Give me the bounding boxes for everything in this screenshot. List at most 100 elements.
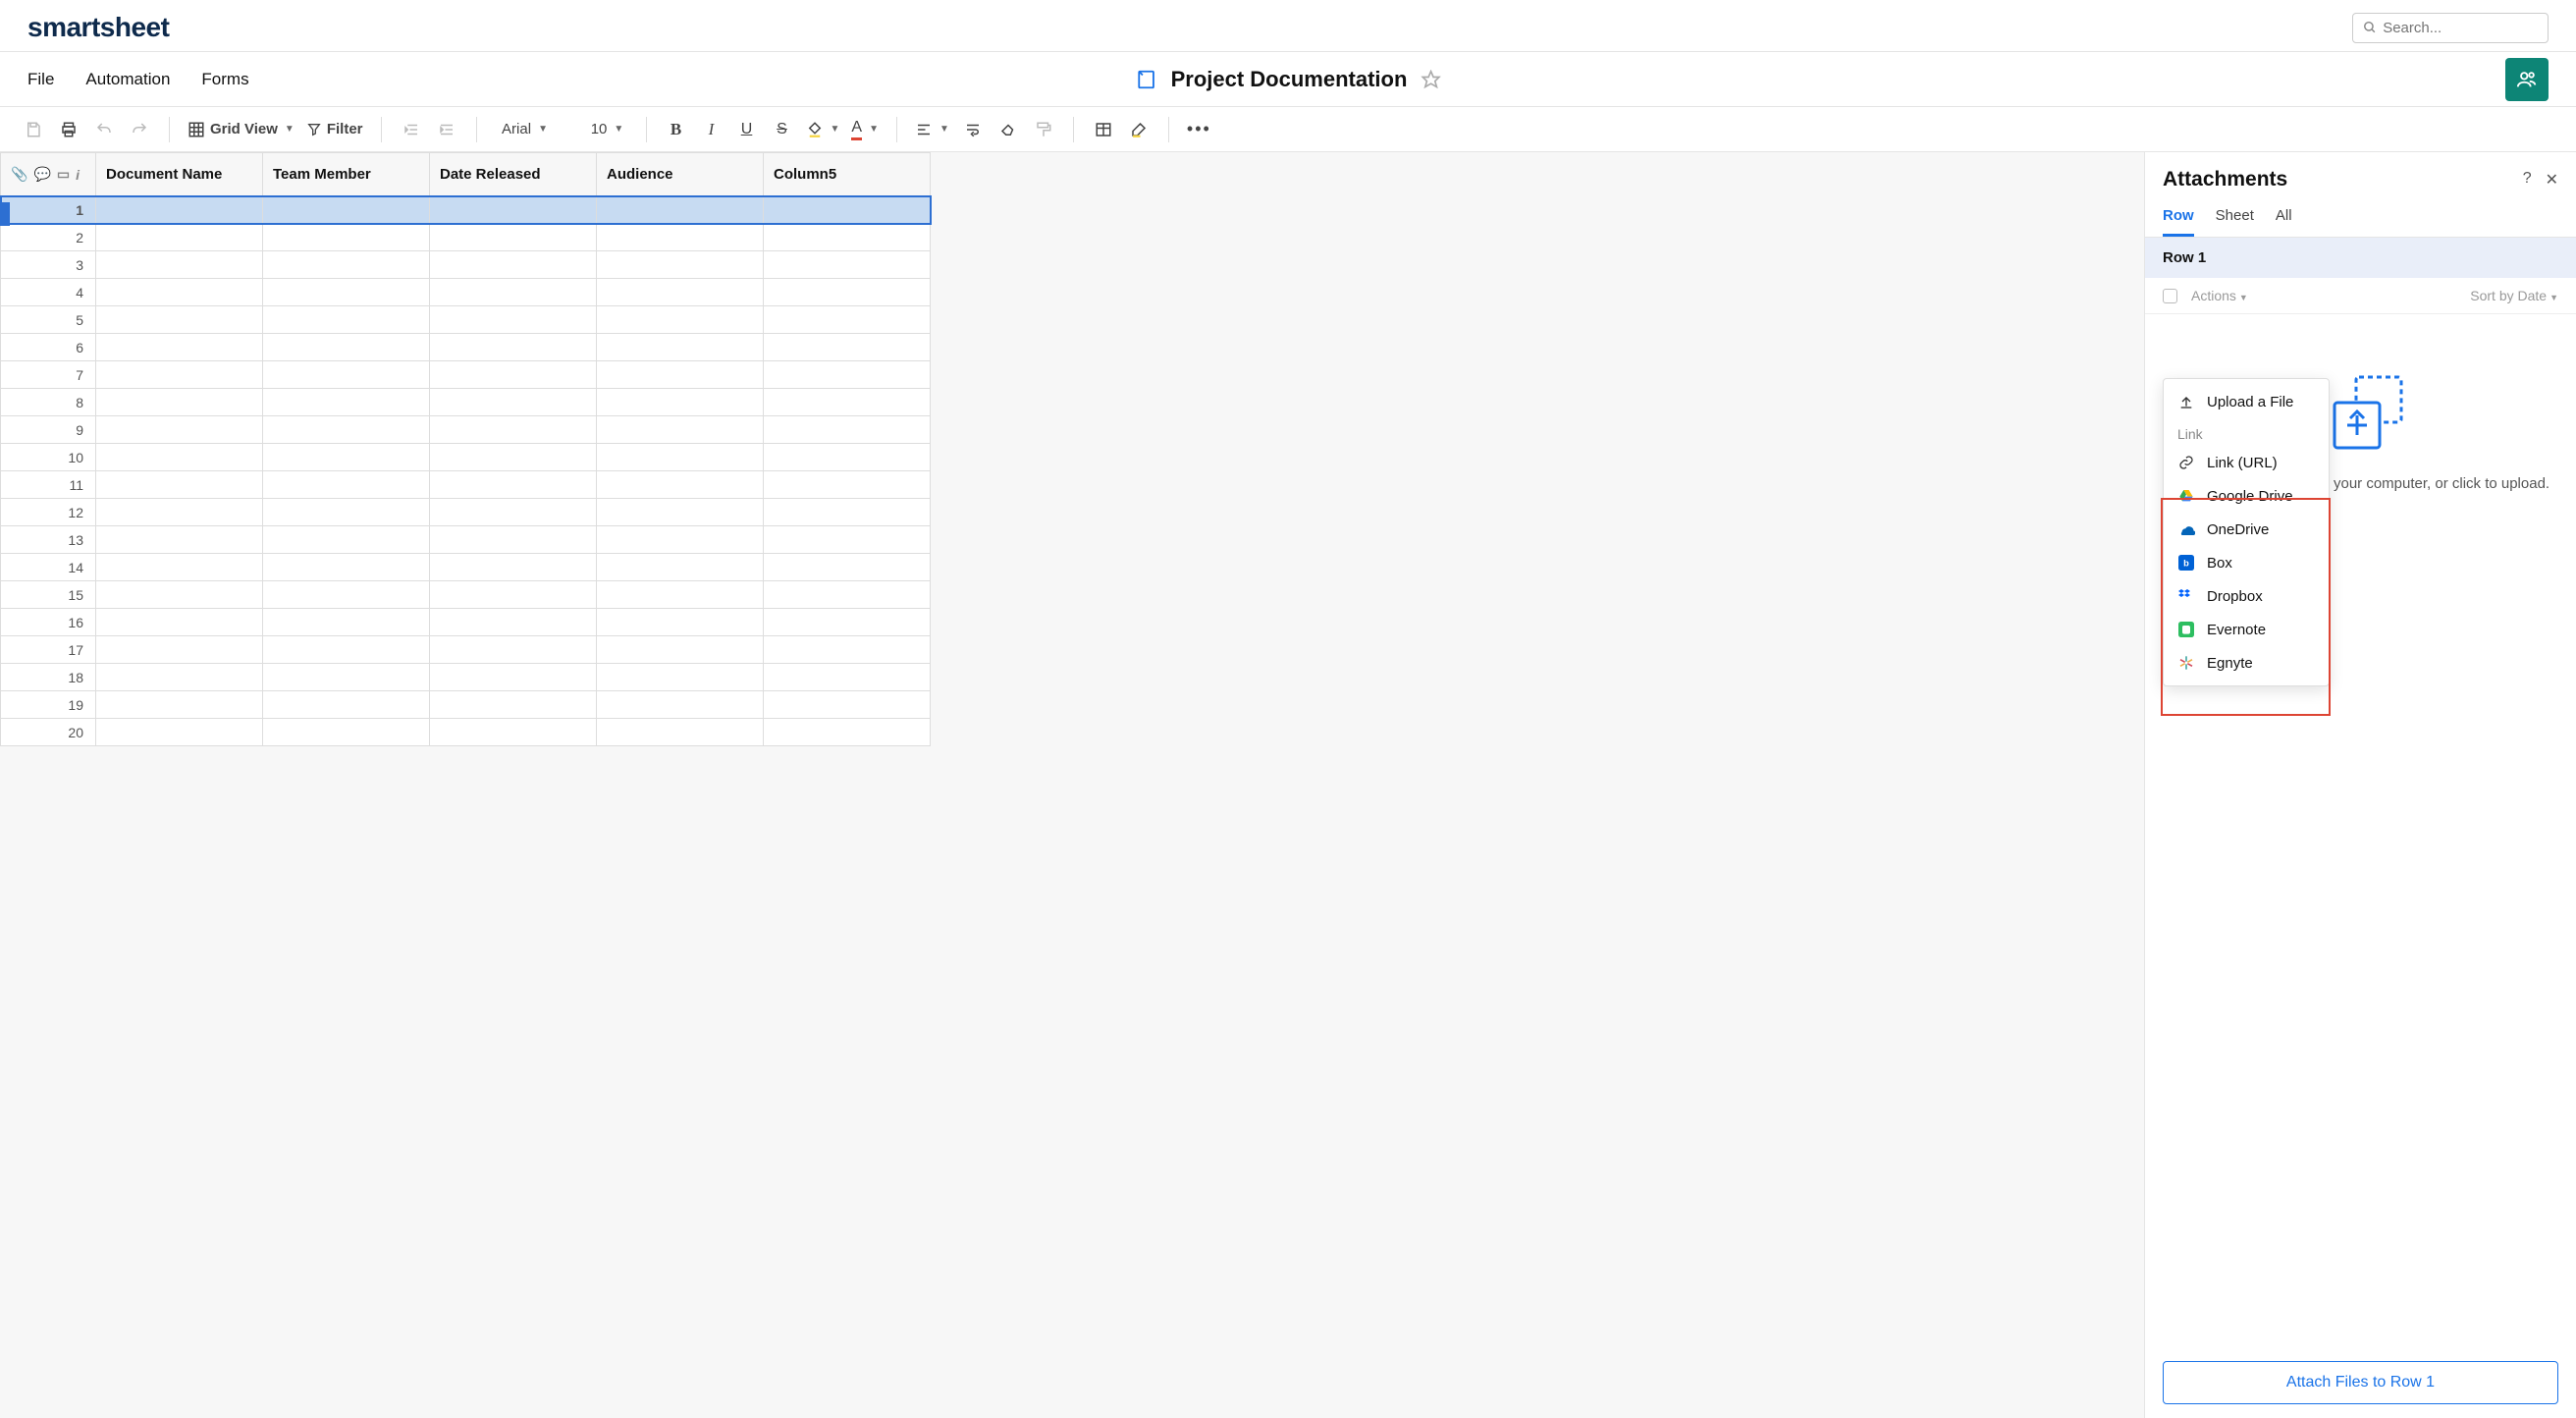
cell[interactable] xyxy=(430,279,597,306)
table-row[interactable]: 14 xyxy=(1,554,931,581)
cell[interactable] xyxy=(764,526,931,554)
cell[interactable] xyxy=(430,636,597,664)
cell[interactable] xyxy=(96,691,263,719)
table-row[interactable]: 18 xyxy=(1,664,931,691)
row-number[interactable]: 9 xyxy=(1,416,96,444)
cell[interactable] xyxy=(96,389,263,416)
cell[interactable] xyxy=(96,526,263,554)
cell[interactable] xyxy=(597,389,764,416)
tab-sheet[interactable]: Sheet xyxy=(2216,199,2254,237)
close-icon[interactable]: ✕ xyxy=(2546,170,2558,190)
tab-row[interactable]: Row xyxy=(2163,199,2194,237)
cell[interactable] xyxy=(597,691,764,719)
wrap-button[interactable] xyxy=(957,114,989,145)
table-row[interactable]: 1 xyxy=(1,196,931,224)
row-number[interactable]: 3 xyxy=(1,251,96,279)
cell[interactable] xyxy=(597,664,764,691)
cell[interactable] xyxy=(764,664,931,691)
row-number[interactable]: 11 xyxy=(1,471,96,499)
cell[interactable] xyxy=(597,279,764,306)
cell[interactable] xyxy=(96,416,263,444)
cell[interactable] xyxy=(597,554,764,581)
column-header[interactable]: Date Released xyxy=(430,153,597,196)
cell[interactable] xyxy=(96,636,263,664)
font-size-selector[interactable]: 10▼ xyxy=(583,114,632,145)
save-button[interactable] xyxy=(18,114,49,145)
share-button[interactable] xyxy=(2505,58,2549,101)
cell[interactable] xyxy=(96,554,263,581)
cell[interactable] xyxy=(597,306,764,334)
cell[interactable] xyxy=(430,196,597,224)
cell[interactable] xyxy=(430,581,597,609)
menu-box[interactable]: b Box xyxy=(2164,546,2329,579)
cell[interactable] xyxy=(430,306,597,334)
cell[interactable] xyxy=(764,444,931,471)
cell[interactable] xyxy=(263,691,430,719)
cell[interactable] xyxy=(764,334,931,361)
cell[interactable] xyxy=(764,361,931,389)
cell[interactable] xyxy=(96,334,263,361)
cell[interactable] xyxy=(263,416,430,444)
menu-dropbox[interactable]: Dropbox xyxy=(2164,579,2329,613)
cell[interactable] xyxy=(430,526,597,554)
cell[interactable] xyxy=(597,471,764,499)
menu-evernote[interactable]: Evernote xyxy=(2164,613,2329,646)
cell[interactable] xyxy=(263,279,430,306)
menu-file[interactable]: File xyxy=(27,70,54,89)
row-number[interactable]: 14 xyxy=(1,554,96,581)
table-row[interactable]: 20 xyxy=(1,719,931,746)
cell[interactable] xyxy=(96,251,263,279)
table-row[interactable]: 19 xyxy=(1,691,931,719)
row-number[interactable]: 4 xyxy=(1,279,96,306)
row-number[interactable]: 2 xyxy=(1,224,96,251)
cell[interactable] xyxy=(263,196,430,224)
select-all-checkbox[interactable] xyxy=(2163,289,2177,303)
cell[interactable] xyxy=(263,581,430,609)
cell[interactable] xyxy=(597,499,764,526)
menu-forms[interactable]: Forms xyxy=(201,70,248,89)
cell[interactable] xyxy=(764,499,931,526)
cell[interactable] xyxy=(430,224,597,251)
cell[interactable] xyxy=(430,389,597,416)
cell[interactable] xyxy=(764,719,931,746)
row-number[interactable]: 6 xyxy=(1,334,96,361)
cell[interactable] xyxy=(430,416,597,444)
cell[interactable] xyxy=(96,361,263,389)
actions-dropdown[interactable]: Actions▼ xyxy=(2191,288,2248,303)
cell[interactable] xyxy=(263,224,430,251)
table-row[interactable]: 2 xyxy=(1,224,931,251)
cell[interactable] xyxy=(96,609,263,636)
table-row[interactable]: 16 xyxy=(1,609,931,636)
fill-color-button[interactable]: ▼ xyxy=(802,114,844,145)
cell[interactable] xyxy=(263,664,430,691)
sheet-grid[interactable]: 📎 💬 ▭ i Document Name Team Member Date R… xyxy=(0,152,931,746)
cell[interactable] xyxy=(764,636,931,664)
cell[interactable] xyxy=(764,306,931,334)
cell[interactable] xyxy=(430,691,597,719)
row-number[interactable]: 18 xyxy=(1,664,96,691)
format-painter-button[interactable] xyxy=(1028,114,1059,145)
cell[interactable] xyxy=(764,554,931,581)
cell[interactable] xyxy=(96,471,263,499)
cell[interactable] xyxy=(764,224,931,251)
cell[interactable] xyxy=(96,196,263,224)
cell[interactable] xyxy=(430,554,597,581)
column-header[interactable]: Document Name xyxy=(96,153,263,196)
menu-automation[interactable]: Automation xyxy=(85,70,170,89)
cell[interactable] xyxy=(96,444,263,471)
menu-egnyte[interactable]: Egnyte xyxy=(2164,646,2329,680)
view-selector[interactable]: Grid View ▼ xyxy=(184,114,298,145)
row-number[interactable]: 19 xyxy=(1,691,96,719)
highlight-changes-button[interactable] xyxy=(1123,114,1154,145)
sort-dropdown[interactable]: Sort by Date▼ xyxy=(2470,288,2558,303)
search-box[interactable] xyxy=(2352,13,2549,43)
cell[interactable] xyxy=(263,636,430,664)
menu-google-drive[interactable]: Google Drive xyxy=(2164,479,2329,513)
bold-button[interactable]: B xyxy=(661,114,692,145)
attach-files-button[interactable]: Attach Files to Row 1 xyxy=(2163,1361,2558,1404)
help-icon[interactable]: ? xyxy=(2523,170,2532,190)
cell[interactable] xyxy=(263,719,430,746)
table-row[interactable]: 11 xyxy=(1,471,931,499)
cell[interactable] xyxy=(263,389,430,416)
table-row[interactable]: 3 xyxy=(1,251,931,279)
